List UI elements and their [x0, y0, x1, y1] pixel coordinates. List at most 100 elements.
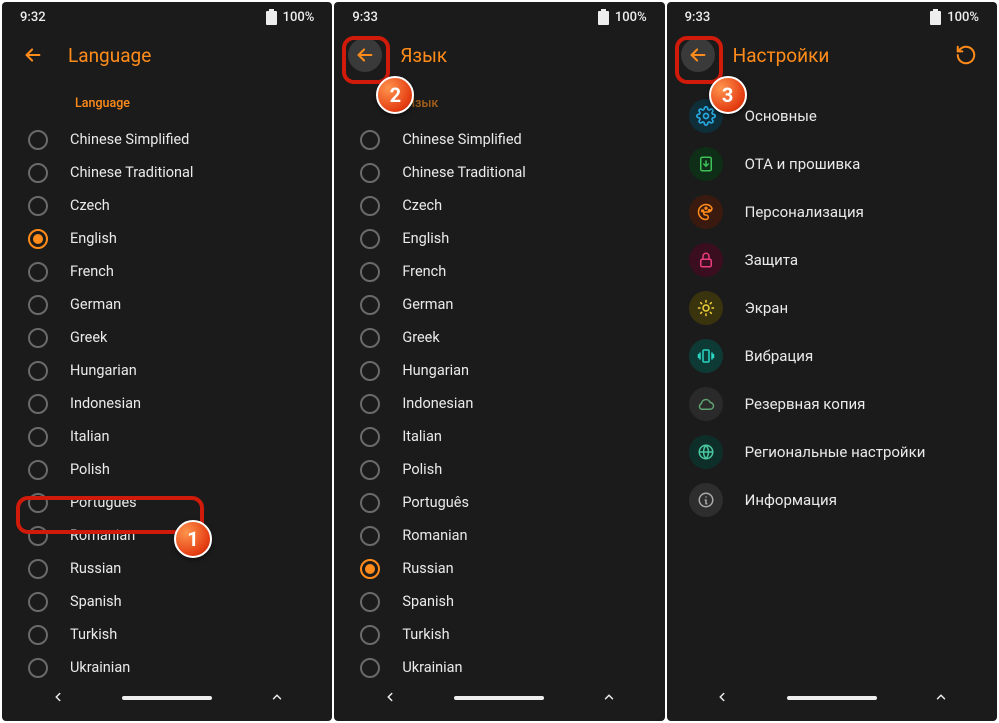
lock-icon — [689, 243, 723, 277]
language-option[interactable]: Greek — [20, 321, 314, 354]
language-option[interactable]: Spanish — [20, 585, 314, 618]
settings-item[interactable]: Защита — [685, 236, 979, 284]
settings-label: Экран — [745, 299, 788, 317]
language-option[interactable]: Português — [20, 486, 314, 519]
page-title: Language — [68, 44, 151, 67]
settings-label: Персонализация — [745, 203, 864, 221]
radio-icon — [360, 361, 380, 381]
language-option[interactable]: Russian — [20, 552, 314, 585]
nav-recents-icon[interactable] — [934, 689, 948, 708]
language-option[interactable]: Russian — [352, 552, 646, 585]
nav-home-icon[interactable] — [787, 696, 877, 700]
language-option[interactable]: Hungarian — [352, 354, 646, 387]
radio-icon — [28, 295, 48, 315]
radio-icon — [360, 328, 380, 348]
language-label: Russian — [402, 560, 453, 577]
language-label: Indonesian — [402, 395, 473, 412]
phone-screen-3: 9:33 100% Настройки ОсновныеOTA и прошив… — [667, 2, 997, 721]
nav-bar — [667, 681, 997, 721]
language-option[interactable]: French — [352, 255, 646, 288]
language-option[interactable]: Chinese Simplified — [20, 123, 314, 156]
settings-item[interactable]: Информация — [685, 476, 979, 524]
language-option[interactable]: German — [352, 288, 646, 321]
sun-icon — [689, 291, 723, 325]
language-label: Chinese Simplified — [402, 131, 521, 148]
radio-icon — [360, 196, 380, 216]
language-label: Polish — [402, 461, 442, 478]
language-label: Romanian — [70, 527, 135, 544]
battery-icon — [598, 9, 611, 25]
settings-label: Резервная копия — [745, 395, 866, 413]
settings-item[interactable]: Основные — [685, 92, 979, 140]
language-option[interactable]: German — [20, 288, 314, 321]
language-option[interactable]: Turkish — [20, 618, 314, 651]
settings-item[interactable]: Вибрация — [685, 332, 979, 380]
nav-back-icon[interactable] — [715, 689, 729, 708]
language-option[interactable]: Italian — [352, 420, 646, 453]
status-bar: 9:33 100% — [667, 2, 997, 32]
language-option[interactable]: Czech — [20, 189, 314, 222]
settings-item[interactable]: Экран — [685, 284, 979, 332]
language-option[interactable]: Polish — [352, 453, 646, 486]
language-label: Chinese Traditional — [70, 164, 193, 181]
radio-icon — [360, 163, 380, 183]
clock: 9:33 — [352, 10, 378, 25]
radio-icon — [28, 130, 48, 150]
nav-recents-icon[interactable] — [270, 689, 284, 708]
back-button[interactable] — [681, 38, 715, 72]
language-option[interactable]: English — [20, 222, 314, 255]
language-option[interactable]: Chinese Traditional — [352, 156, 646, 189]
settings-item[interactable]: Персонализация — [685, 188, 979, 236]
language-option[interactable]: Ukrainian — [352, 651, 646, 681]
phone-screen-2: 9:33 100% Язык Язык Chinese SimplifiedCh… — [334, 2, 664, 721]
nav-bar — [2, 681, 332, 721]
language-label: French — [70, 263, 114, 280]
nav-home-icon[interactable] — [454, 696, 544, 700]
nav-bar — [334, 681, 664, 721]
settings-item[interactable]: Резервная копия — [685, 380, 979, 428]
language-option[interactable]: Hungarian — [20, 354, 314, 387]
battery-percent: 100% — [615, 10, 647, 25]
language-label: Romanian — [402, 527, 467, 544]
nav-back-icon[interactable] — [383, 689, 397, 708]
download-icon — [689, 147, 723, 181]
settings-item[interactable]: Региональные настройки — [685, 428, 979, 476]
radio-icon — [360, 592, 380, 612]
language-option[interactable]: Romanian — [352, 519, 646, 552]
language-option[interactable]: Italian — [20, 420, 314, 453]
language-option[interactable]: Indonesian — [352, 387, 646, 420]
nav-back-icon[interactable] — [51, 689, 65, 708]
language-option[interactable]: Português — [352, 486, 646, 519]
language-option[interactable]: Chinese Simplified — [352, 123, 646, 156]
phone-screen-1: 9:32 100% Language Language Chinese Simp… — [2, 2, 332, 721]
language-label: Spanish — [402, 593, 454, 610]
radio-icon — [28, 196, 48, 216]
back-button[interactable] — [348, 38, 382, 72]
language-option[interactable]: Czech — [352, 189, 646, 222]
language-label: Chinese Traditional — [402, 164, 525, 181]
nav-home-icon[interactable] — [122, 696, 212, 700]
language-option[interactable]: Turkish — [352, 618, 646, 651]
language-option[interactable]: Ukrainian — [20, 651, 314, 681]
page-title: Язык — [400, 44, 447, 67]
language-option[interactable]: Polish — [20, 453, 314, 486]
radio-icon — [28, 526, 48, 546]
language-option[interactable]: French — [20, 255, 314, 288]
nav-recents-icon[interactable] — [602, 689, 616, 708]
radio-icon — [28, 328, 48, 348]
language-option[interactable]: Greek — [352, 321, 646, 354]
language-option[interactable]: Indonesian — [20, 387, 314, 420]
battery-percent: 100% — [283, 10, 315, 25]
status-bar: 9:32 100% — [2, 2, 332, 32]
settings-label: Региональные настройки — [745, 443, 926, 461]
back-button[interactable] — [16, 38, 50, 72]
language-option[interactable]: English — [352, 222, 646, 255]
language-option[interactable]: Spanish — [352, 585, 646, 618]
battery-icon — [266, 9, 279, 25]
battery-icon — [930, 9, 943, 25]
language-option[interactable]: Romanian — [20, 519, 314, 552]
language-label: Turkish — [70, 626, 117, 643]
settings-item[interactable]: OTA и прошивка — [685, 140, 979, 188]
reset-button[interactable] — [949, 38, 983, 72]
language-option[interactable]: Chinese Traditional — [20, 156, 314, 189]
